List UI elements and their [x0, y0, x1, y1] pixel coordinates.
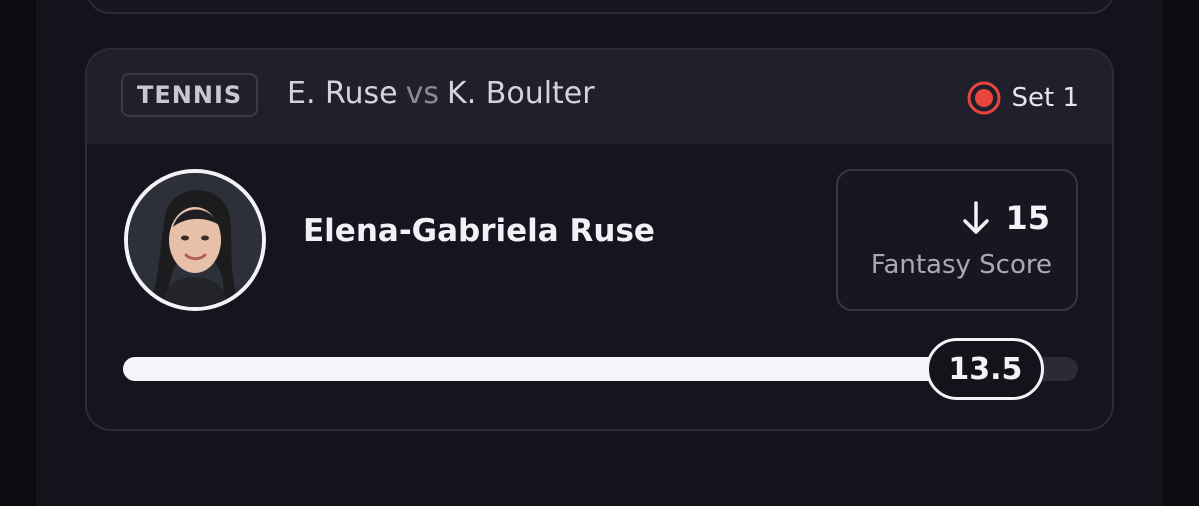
fantasy-score-box: 15 Fantasy Score [836, 169, 1078, 311]
fantasy-score-row: 15 [961, 199, 1050, 237]
tennis-projection-card[interactable]: TENNIS E. Ruse vs K. Boulter Set 1 Elena-G… [85, 48, 1114, 431]
live-record-icon [967, 81, 1001, 115]
live-status: Set 1 [967, 81, 1079, 115]
arrow-down-icon [963, 201, 990, 234]
vs-label: vs [405, 76, 440, 111]
fantasy-score-value: 15 [1005, 199, 1050, 237]
player1-short-name: E. Ruse [287, 76, 398, 111]
player2-short-name: K. Boulter [447, 76, 595, 111]
sport-badge: TENNIS [121, 73, 259, 117]
status-label: Set 1 [1011, 83, 1079, 113]
projection-progress-track: 13.5 [123, 338, 1078, 400]
player-name: Elena-Gabriela Ruse [303, 213, 655, 249]
projection-progress-fill [123, 357, 986, 381]
fantasy-score-label: Fantasy Score [870, 250, 1052, 280]
matchup-title: E. Ruse vs K. Boulter [287, 76, 595, 111]
player-avatar [124, 169, 266, 311]
previous-card[interactable] [86, 0, 1115, 14]
player-photo-icon [128, 173, 262, 307]
card-header: TENNIS E. Ruse vs K. Boulter Set 1 [87, 50, 1112, 144]
projection-line-marker: 13.5 [926, 338, 1045, 400]
